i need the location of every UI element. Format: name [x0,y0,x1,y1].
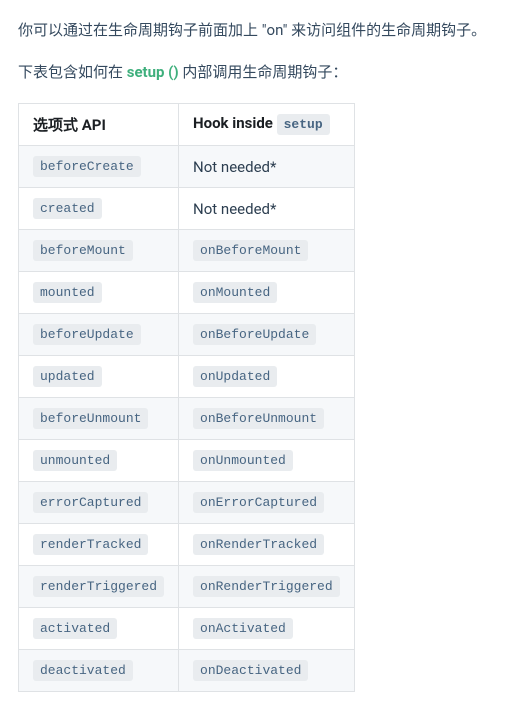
table-row: activated onActivated [19,608,355,650]
table-row: created Not needed* [19,188,355,230]
options-api-cell: errorCaptured [19,482,179,524]
options-api-code: mounted [33,282,102,303]
options-api-cell: activated [19,608,179,650]
hook-code: onActivated [193,618,293,639]
hook-code: onRenderTriggered [193,576,340,597]
hook-cell: onRenderTriggered [179,566,355,608]
options-api-cell: beforeUnmount [19,398,179,440]
hook-cell: onMounted [179,272,355,314]
table-header-hook-inside-setup: Hook inside setup [179,104,355,146]
options-api-cell: beforeUpdate [19,314,179,356]
options-api-cell: mounted [19,272,179,314]
table-row: beforeCreate Not needed* [19,146,355,188]
table-row: mounted onMounted [19,272,355,314]
hook-cell: onBeforeUnmount [179,398,355,440]
sub-prefix: 下表包含如何在 [18,63,127,81]
hook-code: onUnmounted [193,450,293,471]
options-api-code: beforeUpdate [33,324,141,345]
options-api-cell: created [19,188,179,230]
hook-code: onDeactivated [193,660,308,681]
options-api-code: activated [33,618,117,639]
table-row: deactivated onDeactivated [19,650,355,692]
lifecycle-hooks-table: 选项式 API Hook inside setup beforeCreate No… [18,103,355,692]
hook-cell: Not needed* [179,188,355,230]
options-api-code: updated [33,366,102,387]
table-row: renderTracked onRenderTracked [19,524,355,566]
options-api-cell: beforeMount [19,230,179,272]
options-api-code: beforeCreate [33,156,141,177]
hook-cell: onRenderTracked [179,524,355,566]
options-api-code: renderTracked [33,534,148,555]
hook-code: onBeforeMount [193,240,308,261]
table-row: updated onUpdated [19,356,355,398]
table-row: beforeUpdate onBeforeUpdate [19,314,355,356]
hook-cell: onDeactivated [179,650,355,692]
table-row: unmounted onUnmounted [19,440,355,482]
hook-cell: onBeforeMount [179,230,355,272]
hook-cell: Not needed* [179,146,355,188]
options-api-cell: unmounted [19,440,179,482]
table-row: beforeMount onBeforeMount [19,230,355,272]
options-api-cell: renderTriggered [19,566,179,608]
hook-code: onMounted [193,282,277,303]
hook-code: onBeforeUpdate [193,324,316,345]
hook-plain-text: Not needed* [193,200,276,218]
hook-plain-text: Not needed* [193,158,276,176]
hook-code: onUpdated [193,366,277,387]
header-hook-prefix: Hook inside [193,114,277,132]
table-row: beforeUnmount onBeforeUnmount [19,398,355,440]
table-row: errorCaptured onErrorCaptured [19,482,355,524]
hook-code: onBeforeUnmount [193,408,324,429]
hook-code: onErrorCaptured [193,492,324,513]
setup-link[interactable]: setup () [127,63,179,81]
options-api-cell: renderTracked [19,524,179,566]
options-api-cell: beforeCreate [19,146,179,188]
table-header-options-api: 选项式 API [19,104,179,146]
options-api-cell: deactivated [19,650,179,692]
sub-paragraph: 下表包含如何在 setup () 内部调用生命周期钩子： [18,60,488,86]
sub-suffix: 内部调用生命周期钩子： [179,63,348,81]
hook-code: onRenderTracked [193,534,324,555]
hook-cell: onUpdated [179,356,355,398]
options-api-code: renderTriggered [33,576,164,597]
setup-code-chip: setup [277,114,330,135]
hook-cell: onUnmounted [179,440,355,482]
options-api-code: errorCaptured [33,492,148,513]
options-api-code: created [33,198,102,219]
hook-cell: onErrorCaptured [179,482,355,524]
hook-cell: onBeforeUpdate [179,314,355,356]
hook-cell: onActivated [179,608,355,650]
options-api-code: deactivated [33,660,133,681]
intro-paragraph: 你可以通过在生命周期钩子前面加上 "on" 来访问组件的生命周期钩子。 [18,18,488,44]
options-api-code: unmounted [33,450,117,471]
options-api-code: beforeMount [33,240,133,261]
table-row: renderTriggered onRenderTriggered [19,566,355,608]
options-api-code: beforeUnmount [33,408,148,429]
options-api-cell: updated [19,356,179,398]
